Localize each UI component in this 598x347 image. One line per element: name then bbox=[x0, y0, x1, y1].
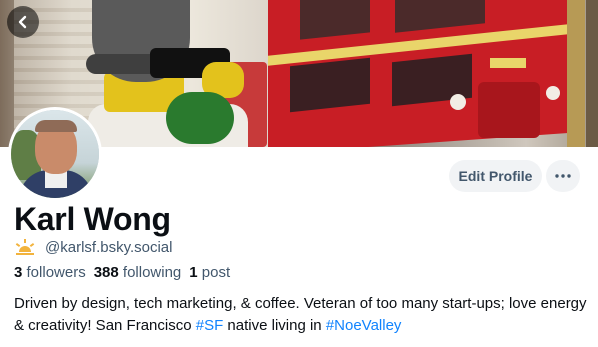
bio-text: native living in bbox=[223, 317, 326, 334]
sun-icon bbox=[15, 239, 35, 255]
followers-label: followers bbox=[26, 264, 86, 281]
following-label: following bbox=[122, 264, 182, 281]
banner-bus-headlight bbox=[450, 94, 466, 110]
posts-label: post bbox=[201, 264, 231, 281]
more-horizontal-icon bbox=[555, 174, 571, 178]
banner-bus-grille bbox=[478, 82, 540, 138]
followers-stat[interactable]: 3 followers bbox=[14, 264, 86, 281]
banner-figure-arm bbox=[166, 92, 234, 144]
display-name: Karl Wong bbox=[14, 201, 171, 237]
more-options-button[interactable] bbox=[546, 160, 580, 192]
following-stat[interactable]: 388 following bbox=[94, 264, 182, 281]
followers-count: 3 bbox=[14, 264, 23, 281]
profile-stats: 3 followers 388 following 1 post bbox=[14, 264, 230, 281]
banner-bus-window bbox=[290, 57, 370, 113]
avatar-hair bbox=[35, 120, 77, 132]
avatar[interactable] bbox=[8, 107, 102, 201]
edit-profile-button[interactable]: Edit Profile bbox=[449, 160, 542, 192]
back-button[interactable] bbox=[7, 6, 39, 38]
posts-stat: 1 post bbox=[189, 264, 230, 281]
banner-pole bbox=[586, 0, 598, 147]
hashtag-link-sf[interactable]: #SF bbox=[196, 317, 224, 334]
hashtag-link-noevalley[interactable]: #NoeValley bbox=[326, 317, 402, 334]
posts-count: 1 bbox=[189, 264, 198, 281]
banner-bus-plate bbox=[490, 58, 526, 68]
handle[interactable]: @karlsf.bsky.social bbox=[45, 239, 172, 256]
banner-pole bbox=[567, 0, 585, 147]
handle-row: @karlsf.bsky.social bbox=[14, 236, 172, 258]
following-count: 388 bbox=[93, 264, 119, 281]
avatar-photo bbox=[11, 110, 99, 198]
profile-bio: Driven by design, tech marketing, & coff… bbox=[14, 293, 589, 337]
banner-bus-headlight bbox=[546, 86, 560, 100]
chevron-left-icon bbox=[18, 15, 27, 29]
